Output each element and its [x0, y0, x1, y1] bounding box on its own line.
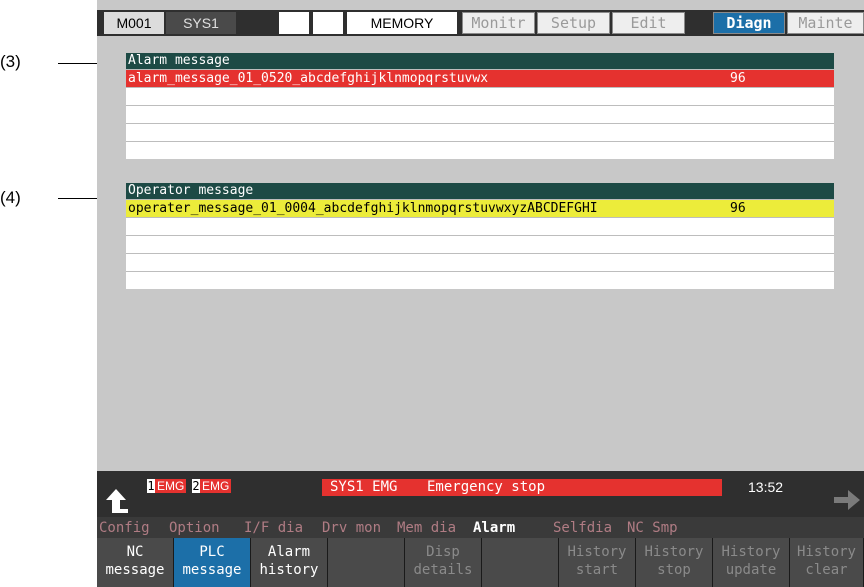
tab-setup[interactable]: Setup: [537, 12, 610, 34]
emg1-badge: EMG: [155, 479, 187, 493]
operator-row-empty: [126, 253, 834, 271]
mode-indicator: MEMORY: [347, 12, 457, 34]
emg2-number: 2: [192, 479, 200, 493]
softkey-history-start[interactable]: History start: [559, 538, 636, 587]
menu-group-mem-dia[interactable]: Mem dia: [397, 520, 456, 536]
alarm-status-strip: SYS1 EMG Emergency stop: [322, 479, 722, 496]
alarm-status-system: SYS1 EMG: [330, 479, 398, 495]
alarm-row-empty: [126, 87, 834, 105]
status-cell-blank-2: [313, 12, 343, 34]
bottom-status-bar: 1 EMG 2 EMG SYS1 EMG Emergency stop 13:5…: [97, 471, 864, 517]
softkey-plc-message[interactable]: PLC message: [174, 538, 251, 587]
menu-group-option[interactable]: Option: [169, 520, 220, 536]
menu-group-selfdia[interactable]: Selfdia: [553, 520, 612, 536]
operator-row-empty: [126, 271, 834, 289]
tab-mainte[interactable]: Mainte: [787, 12, 864, 34]
alarm-status-text: Emergency stop: [427, 479, 546, 495]
callout-4: (4): [0, 188, 21, 207]
top-status-bar: M001 SYS1 MEMORY Monitr Setup Edit Diagn…: [97, 10, 864, 36]
softkey-disp-details[interactable]: Disp details: [405, 538, 482, 587]
softkey-empty-6[interactable]: [482, 538, 559, 587]
menu-group-alarm[interactable]: Alarm: [473, 520, 515, 536]
operator-row-empty: [126, 235, 834, 253]
program-number: M001: [104, 12, 164, 34]
softkey-empty-4[interactable]: [328, 538, 405, 587]
operator-row: operater_message_01_0004_abcdefghijklnmo…: [126, 199, 834, 217]
menu-group-if-dia[interactable]: I/F dia: [244, 520, 303, 536]
softkey-history-update[interactable]: History update: [713, 538, 790, 587]
operator-code: 96: [730, 201, 746, 216]
status-cell-blank-1: [279, 12, 309, 34]
clock: 13:52: [748, 479, 784, 495]
alarm-text: alarm_message_01_0520_abcdefghijklnmopqr…: [128, 71, 489, 86]
softkey-bar: NC message PLC message Alarm history Disp de…: [97, 538, 864, 587]
operator-row-empty: [126, 217, 834, 235]
menu-group-bar: Config Option I/F dia Drv mon Mem dia Al…: [97, 517, 864, 538]
emg1-number: 1: [147, 479, 155, 493]
menu-group-config[interactable]: Config: [99, 520, 150, 536]
tab-edit[interactable]: Edit: [612, 12, 685, 34]
nc-screen: M001 SYS1 MEMORY Monitr Setup Edit Diagn…: [97, 0, 864, 587]
tab-diagn[interactable]: Diagn: [713, 12, 785, 34]
tab-monitr[interactable]: Monitr: [462, 12, 535, 34]
softkey-alarm-history[interactable]: Alarm history: [251, 538, 328, 587]
menu-up-icon[interactable]: [102, 485, 130, 515]
alarm-row-empty: [126, 105, 834, 123]
menu-right-icon[interactable]: [830, 485, 862, 515]
alarm-row-empty: [126, 123, 834, 141]
softkey-history-stop[interactable]: History stop: [636, 538, 713, 587]
alarm-row-empty: [126, 141, 834, 159]
menu-group-drv-mon[interactable]: Drv mon: [322, 520, 381, 536]
operator-text: operater_message_01_0004_abcdefghijklnmo…: [128, 201, 598, 216]
emg2-badge: EMG: [200, 479, 232, 493]
alarm-code: 96: [730, 71, 746, 86]
operator-message-title: Operator message: [126, 183, 834, 199]
alarm-message-title: Alarm message: [126, 53, 834, 69]
system-name: SYS1: [166, 12, 236, 34]
softkey-history-clear[interactable]: History clear: [790, 538, 864, 587]
softkey-nc-message[interactable]: NC message: [97, 538, 174, 587]
operator-message-panel: Operator message operater_message_01_000…: [126, 183, 834, 289]
menu-group-nc-smp[interactable]: NC Smp: [627, 520, 678, 536]
alarm-row: alarm_message_01_0520_abcdefghijklnmopqr…: [126, 69, 834, 87]
alarm-message-panel: Alarm message alarm_message_01_0520_abcd…: [126, 53, 834, 159]
callout-3: (3): [0, 52, 21, 71]
